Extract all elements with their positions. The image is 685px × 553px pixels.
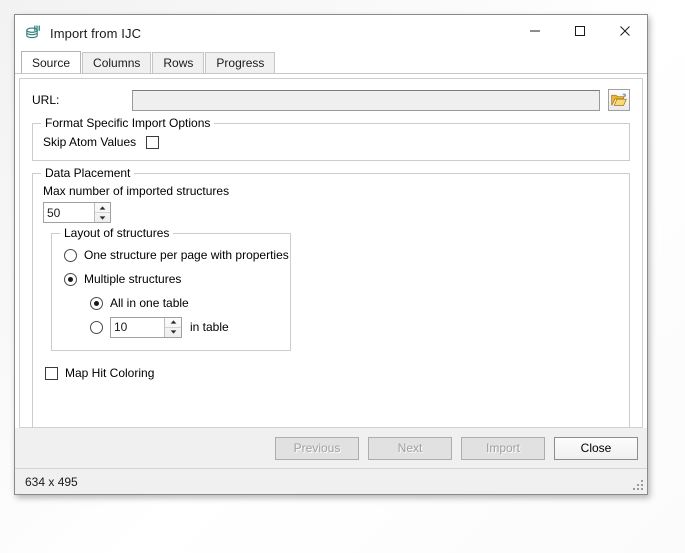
close-window-button[interactable] [602,15,647,46]
dialog-button-bar: Previous Next Import Close [15,428,647,468]
import-dialog-window: Import from IJC Source Columns Rows Prog… [14,14,648,495]
max-structures-stepper-buttons [94,203,110,222]
structures-in-table-decrement-button[interactable] [165,328,181,337]
skip-atom-values-label: Skip Atom Values [43,135,136,149]
max-structures-stepper[interactable] [43,202,111,223]
maximize-button[interactable] [557,15,602,46]
tab-strip: Source Columns Rows Progress [15,51,647,73]
layout-suboption-all-in-one-table-row[interactable]: All in one table [90,292,280,314]
layout-option-one-per-page-row[interactable]: One structure per page with properties [64,244,280,266]
max-structures-increment-button[interactable] [95,203,110,213]
data-placement-legend: Data Placement [41,166,134,180]
structures-in-table-stepper-buttons [164,318,181,337]
skip-atom-values-checkbox[interactable] [146,136,159,149]
previous-button[interactable]: Previous [275,437,359,460]
tab-content-source: URL: Format Specific Import Options [15,73,647,468]
minimize-button[interactable] [512,15,557,46]
url-label: URL: [32,93,132,107]
layout-suboption-n-in-table-radio[interactable] [90,321,103,334]
source-panel: URL: Format Specific Import Options [19,78,643,428]
layout-of-structures-legend: Layout of structures [60,226,173,240]
format-options-legend: Format Specific Import Options [41,116,214,130]
import-button[interactable]: Import [461,437,545,460]
layout-suboption-all-in-one-table-radio[interactable] [90,297,103,310]
skip-atom-values-row: Skip Atom Values [43,132,619,152]
tab-columns[interactable]: Columns [82,52,151,73]
layout-suboption-n-in-table-row[interactable]: in table [90,316,280,338]
title-bar: Import from IJC [15,15,647,51]
window-title: Import from IJC [50,26,141,41]
next-button[interactable]: Next [368,437,452,460]
max-structures-input[interactable] [44,203,94,222]
layout-option-multiple-label: Multiple structures [84,272,181,286]
layout-option-one-per-page-label: One structure per page with properties [84,248,289,262]
open-folder-icon [611,93,627,107]
layout-of-structures-group: Layout of structures One structure per p… [51,233,291,351]
format-options-group: Format Specific Import Options Skip Atom… [32,123,630,161]
max-structures-label: Max number of imported structures [43,184,619,198]
layout-option-multiple-radio[interactable] [64,273,77,286]
resize-grip-icon[interactable] [630,477,643,490]
layout-suboption-all-in-one-table-label: All in one table [110,296,189,310]
tab-progress[interactable]: Progress [205,52,275,73]
map-hit-coloring-label: Map Hit Coloring [65,366,154,380]
structures-in-table-increment-button[interactable] [165,318,181,328]
url-input[interactable] [132,90,600,111]
close-button[interactable]: Close [554,437,638,460]
browse-button[interactable] [608,89,630,111]
data-placement-group: Data Placement Max number of imported st… [32,173,630,443]
layout-option-multiple-row[interactable]: Multiple structures [64,268,280,290]
ijc-database-icon [24,24,42,42]
status-bar: 634 x 495 [15,468,647,494]
map-hit-coloring-row[interactable]: Map Hit Coloring [45,363,619,383]
map-hit-coloring-checkbox[interactable] [45,367,58,380]
structures-in-table-input[interactable] [111,318,164,337]
tab-rows[interactable]: Rows [152,52,204,73]
window-controls [512,15,647,51]
url-row: URL: [32,89,630,111]
max-structures-decrement-button[interactable] [95,213,110,222]
layout-option-one-per-page-radio[interactable] [64,249,77,262]
structures-in-table-stepper[interactable] [110,317,182,338]
tab-source[interactable]: Source [21,51,81,73]
window-size-text: 634 x 495 [25,475,78,489]
layout-suboption-n-in-table-label: in table [190,320,229,334]
